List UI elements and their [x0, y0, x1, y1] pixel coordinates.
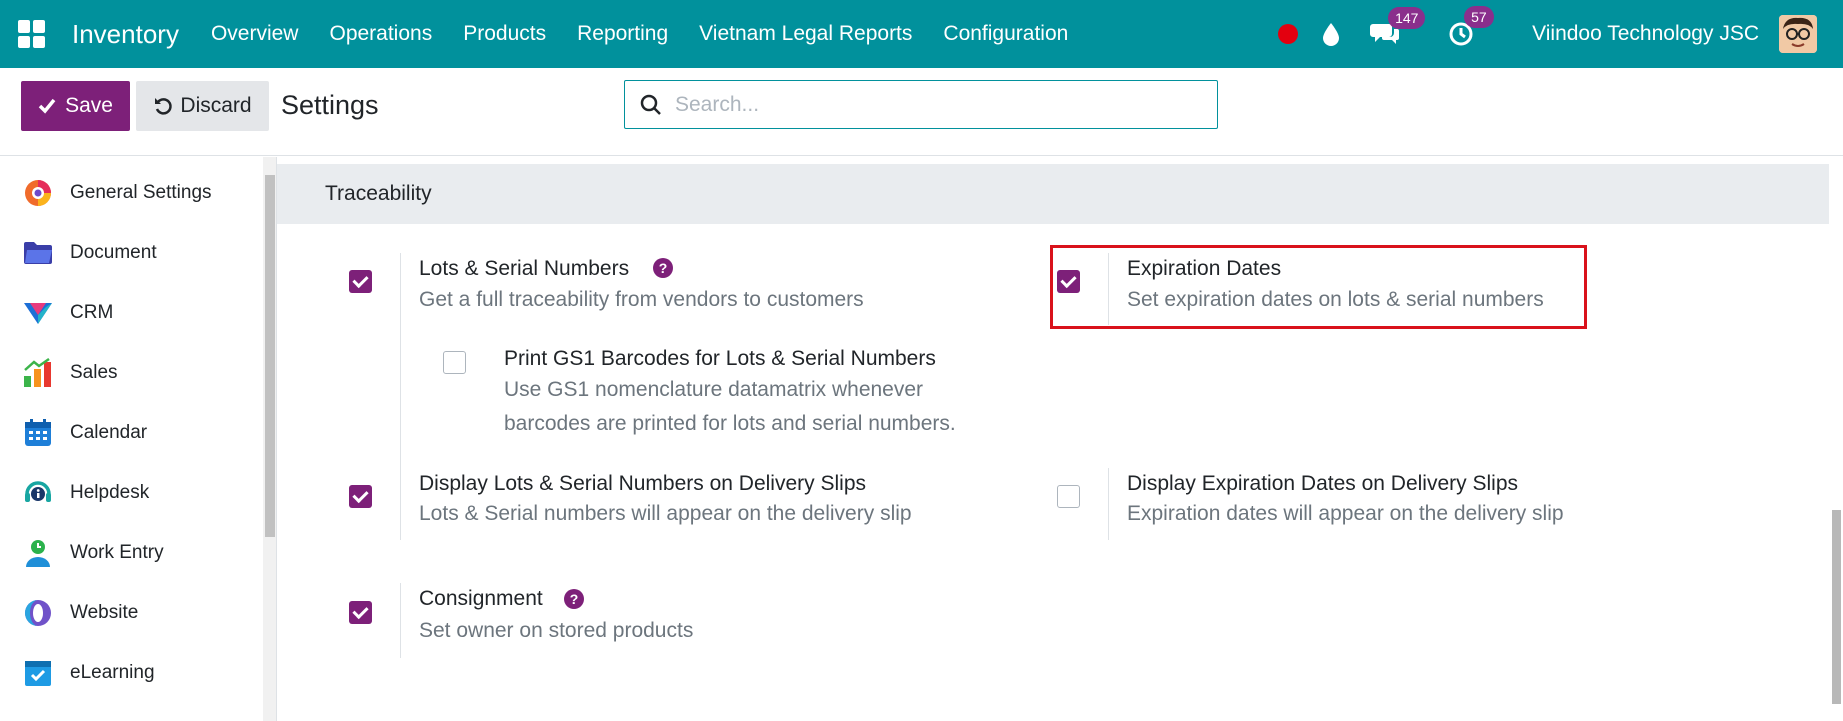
setting-divider — [1108, 253, 1109, 325]
lots-delivery-desc: Lots & Serial numbers will appear on the… — [419, 502, 912, 525]
sidebar-item-label: Work Entry — [70, 542, 164, 563]
setting-divider — [400, 253, 401, 540]
expiration-delivery-title: Display Expiration Dates on Delivery Sli… — [1127, 472, 1518, 495]
sidebar-item-website[interactable]: Website — [22, 593, 138, 633]
recording-dot-icon[interactable] — [1278, 24, 1299, 44]
consignment-title: Consignment — [419, 587, 543, 610]
gs1-barcodes-checkbox[interactable] — [443, 351, 466, 374]
sidebar-item-label: Website — [70, 602, 139, 623]
clock-icon[interactable]: 57 — [1448, 6, 1494, 47]
crm-icon — [22, 297, 54, 329]
menu-configuration[interactable]: Configuration — [943, 22, 1068, 46]
sidebar-item-label: Sales — [70, 362, 118, 383]
discard-button[interactable]: Discard — [136, 81, 269, 131]
search-box[interactable] — [624, 80, 1218, 129]
menu-products[interactable]: Products — [463, 22, 546, 46]
save-label: Save — [65, 94, 113, 117]
elearning-icon — [22, 657, 54, 689]
sales-chart-icon — [22, 357, 54, 389]
folder-icon — [22, 237, 54, 269]
menu-reporting[interactable]: Reporting — [577, 22, 668, 46]
sidebar-item-work-entry[interactable]: Work Entry — [22, 533, 164, 573]
sidebar-scrollbar[interactable] — [263, 157, 277, 721]
lots-serial-title: Lots & Serial Numbers — [419, 257, 630, 280]
save-button[interactable]: Save — [21, 81, 130, 131]
menu-overview[interactable]: Overview — [211, 22, 299, 46]
systray: 147 57 Viindoo Technology JSC — [1278, 0, 1843, 68]
sidebar-item-calendar[interactable]: Calendar — [22, 413, 147, 453]
sidebar-item-label: Document — [70, 242, 157, 263]
undo-icon — [155, 98, 173, 115]
messages-count-badge: 147 — [1388, 7, 1426, 29]
lots-delivery-title: Display Lots & Serial Numbers on Deliver… — [419, 472, 866, 495]
gs1-barcodes-desc: Use GS1 nomenclature datamatrix whenever — [504, 378, 924, 401]
sidebar-item-elearning[interactable]: eLearning — [22, 653, 155, 693]
avatar[interactable] — [1779, 15, 1817, 53]
settings-main: Traceability Lots & Serial Numbers ? Get… — [277, 157, 1829, 721]
activities-count-badge: 57 — [1464, 6, 1494, 28]
sidebar-item-label: Helpdesk — [70, 482, 150, 503]
drop-icon[interactable] — [1322, 22, 1340, 46]
consignment-checkbox[interactable] — [349, 601, 372, 624]
company-switcher[interactable]: Viindoo Technology JSC — [1532, 22, 1759, 46]
help-icon[interactable]: ? — [564, 589, 584, 609]
setting-divider — [1108, 468, 1109, 540]
lots-serial-checkbox[interactable] — [349, 270, 372, 293]
general-settings-icon — [22, 177, 54, 209]
check-icon — [38, 98, 56, 114]
lots-serial-desc: Get a full traceability from vendors to … — [419, 288, 864, 311]
sidebar-scrollbar-thumb[interactable] — [265, 175, 275, 537]
website-icon — [22, 597, 54, 629]
search-icon — [640, 94, 661, 115]
expiration-dates-checkbox[interactable] — [1057, 270, 1080, 293]
sidebar-item-crm[interactable]: CRM — [22, 293, 113, 333]
expiration-dates-desc: Set expiration dates on lots & serial nu… — [1127, 288, 1544, 311]
expiration-delivery-checkbox[interactable] — [1057, 485, 1080, 508]
sidebar-item-label: CRM — [70, 302, 114, 323]
section-title-traceability: Traceability — [277, 164, 1829, 224]
consignment-desc: Set owner on stored products — [419, 619, 694, 642]
apps-grid-icon[interactable] — [18, 20, 46, 48]
menu-operations[interactable]: Operations — [329, 22, 432, 46]
sidebar-item-helpdesk[interactable]: Helpdesk — [22, 473, 149, 513]
help-icon[interactable]: ? — [653, 258, 673, 278]
discard-label: Discard — [180, 94, 252, 117]
main-scrollbar-thumb[interactable] — [1832, 510, 1841, 704]
page-title: Settings — [281, 90, 379, 120]
chat-icon[interactable]: 147 — [1370, 7, 1426, 46]
gs1-barcodes-title: Print GS1 Barcodes for Lots & Serial Num… — [504, 347, 936, 370]
control-panel: Save Discard Settings — [0, 68, 1843, 156]
gs1-barcodes-desc-2: barcodes are printed for lots and serial… — [504, 412, 956, 435]
work-entry-icon — [22, 537, 54, 569]
sidebar-item-document[interactable]: Document — [22, 233, 157, 273]
app-brand[interactable]: Inventory — [72, 19, 179, 50]
sidebar-item-sales[interactable]: Sales — [22, 353, 118, 393]
main-scrollbar[interactable] — [1829, 157, 1843, 721]
menu-vietnam-legal-reports[interactable]: Vietnam Legal Reports — [699, 22, 912, 46]
calendar-icon — [22, 417, 54, 449]
lots-delivery-checkbox[interactable] — [349, 485, 372, 508]
expiration-dates-title: Expiration Dates — [1127, 257, 1282, 280]
sidebar-item-label: Calendar — [70, 422, 148, 443]
sidebar-item-label: General Settings — [70, 182, 212, 203]
top-navbar: Inventory Overview Operations Products R… — [0, 0, 1843, 68]
sidebar-item-general-settings[interactable]: General Settings — [22, 173, 212, 213]
sidebar-item-label: eLearning — [70, 662, 155, 683]
helpdesk-icon — [22, 477, 54, 509]
setting-divider — [400, 583, 401, 658]
expiration-delivery-desc: Expiration dates will appear on the deli… — [1127, 502, 1564, 525]
search-input[interactable] — [675, 92, 1175, 117]
settings-sidebar: General Settings Document CRM Sales Cale… — [0, 157, 263, 721]
